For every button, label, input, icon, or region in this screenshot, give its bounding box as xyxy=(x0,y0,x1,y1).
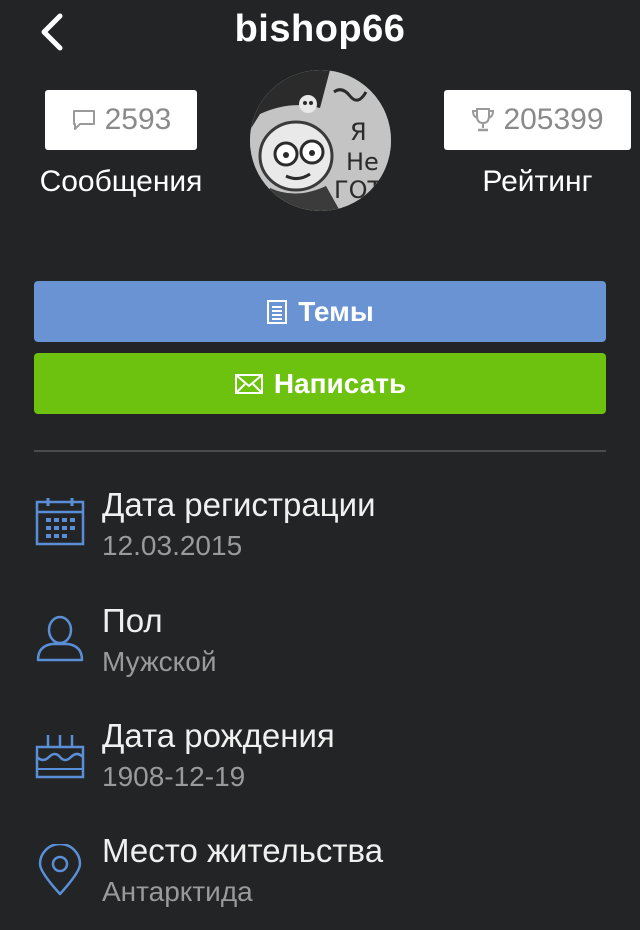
write-button-label: Написать xyxy=(273,367,407,399)
envelope-icon xyxy=(234,373,263,394)
info-label: Дата рождения xyxy=(102,717,335,754)
rating-count: 205399 xyxy=(503,103,604,136)
info-gender: Пол Мужской xyxy=(0,596,640,706)
info-value: Мужской xyxy=(102,646,217,677)
info-value: 1908-12-19 xyxy=(102,761,246,792)
messages-label: Сообщения xyxy=(39,165,203,198)
topics-button[interactable]: Темы xyxy=(34,281,606,342)
info-label: Дата регистрации xyxy=(102,486,376,523)
map-pin-icon xyxy=(38,844,82,896)
info-location: Место жительства Антарктида xyxy=(0,826,640,930)
info-birth-date: Дата рождения 1908-12-19 xyxy=(0,711,640,821)
profile-screen: bishop66 2593 Сообщения Я Не ГОТ 205399 … xyxy=(0,0,640,930)
write-message-button[interactable]: Написать xyxy=(34,353,606,414)
info-value: 12.03.2015 xyxy=(102,530,243,561)
info-value: Антарктида xyxy=(102,876,253,907)
divider xyxy=(34,450,606,452)
messages-count-button[interactable]: 2593 xyxy=(45,90,197,150)
user-icon xyxy=(36,615,84,662)
comment-icon xyxy=(72,110,95,130)
avatar-image: Я Не ГОТ xyxy=(250,70,391,211)
page-title: bishop66 xyxy=(234,8,406,50)
rating-label: Рейтинг xyxy=(482,165,593,198)
info-label: Место жительства xyxy=(102,832,384,869)
avatar-text-line-1: Я xyxy=(350,118,367,146)
document-icon xyxy=(267,299,288,324)
info-registration-date: Дата регистрации 12.03.2015 xyxy=(0,480,640,590)
rating-count-button[interactable]: 205399 xyxy=(444,90,631,150)
messages-count: 2593 xyxy=(104,103,172,136)
birthday-cake-icon xyxy=(35,735,85,779)
avatar-text-line-2: Не xyxy=(346,148,379,176)
avatar[interactable]: Я Не ГОТ xyxy=(250,70,391,211)
info-label: Пол xyxy=(102,602,163,639)
avatar-text-line-3: ГОТ xyxy=(334,176,383,204)
calendar-icon xyxy=(35,498,85,546)
trophy-icon xyxy=(472,108,495,132)
topics-button-label: Темы xyxy=(298,295,374,327)
